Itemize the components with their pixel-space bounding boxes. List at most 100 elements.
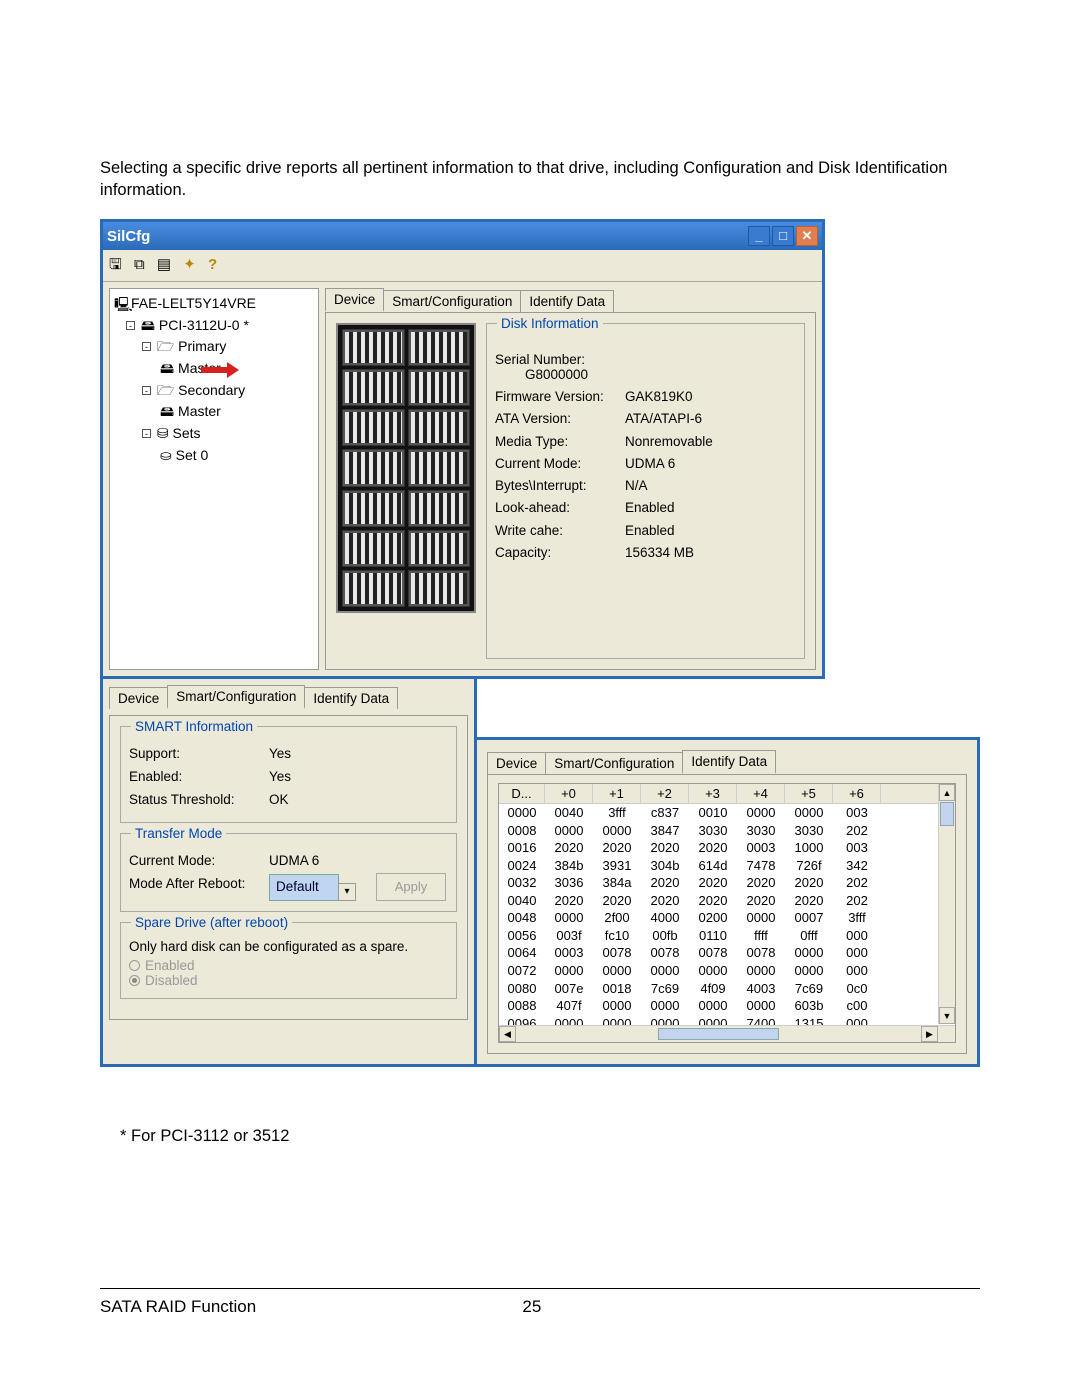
hex-cell: 0078 xyxy=(689,944,737,962)
hex-cell: 2020 xyxy=(689,839,737,857)
tab-device-3[interactable]: Device xyxy=(487,752,546,774)
disk-info-key: Capacity: xyxy=(495,542,625,564)
disk-info-value: ATA/ATAPI-6 xyxy=(625,408,796,430)
intro-text: Selecting a specific drive reports all p… xyxy=(100,157,980,202)
tree-set0[interactable]: ⛀ Set 0 xyxy=(114,445,314,467)
hex-cell: 614d xyxy=(689,857,737,875)
apply-button[interactable]: Apply xyxy=(376,873,447,901)
tab-device[interactable]: Device xyxy=(325,288,384,312)
hex-cell: 0200 xyxy=(689,909,737,927)
wizard-icon[interactable]: ✦ xyxy=(183,256,196,273)
hex-cell: 0110 xyxy=(689,927,737,945)
hex-cell: 003 xyxy=(833,839,881,857)
tree-controller[interactable]: - 🖴 PCI-3112U-0 * xyxy=(114,315,314,337)
hex-cell: 4000 xyxy=(641,909,689,927)
save-icon[interactable]: 🖫 xyxy=(109,256,122,273)
smart-info-fieldset: SMART Information Support:YesEnabled:Yes… xyxy=(120,726,457,823)
hex-cell: ffff xyxy=(737,927,785,945)
disk-info-key: Bytes\Interrupt: xyxy=(495,475,625,497)
tab-identify-3[interactable]: Identify Data xyxy=(682,750,776,774)
tree-sets[interactable]: - ⛁ Sets xyxy=(114,423,314,445)
hex-cell: 3030 xyxy=(785,822,833,840)
scroll-right-icon[interactable]: ▶ xyxy=(921,1026,938,1042)
page-footer: SATA RAID Function 25 xyxy=(100,1288,980,1317)
hex-cell: 0000 xyxy=(593,962,641,980)
hex-cell: 003 xyxy=(833,804,881,822)
maximize-button[interactable]: □ xyxy=(772,226,794,246)
scroll-thumb-v[interactable] xyxy=(940,802,954,826)
copy-icon[interactable]: ⧉ xyxy=(134,256,145,273)
hex-cell: 0000 xyxy=(593,997,641,1015)
scroll-up-icon[interactable]: ▲ xyxy=(939,784,955,801)
vertical-scrollbar[interactable]: ▲ ▼ xyxy=(938,784,955,1024)
hex-cell: 2f00 xyxy=(593,909,641,927)
hex-cell: c837 xyxy=(641,804,689,822)
identify-hex-table[interactable]: D...+0+1+2+3+4+5+6 000000403fffc83700100… xyxy=(498,783,956,1043)
hex-cell: 0056 xyxy=(499,927,545,945)
hex-row: 004800002f0040000200000000073fff xyxy=(499,909,955,927)
disk-info-value: Enabled xyxy=(625,520,796,542)
disk-info-value: GAK819K0 xyxy=(625,386,796,408)
identify-data-window: Device Smart/Configuration Identify Data… xyxy=(477,737,980,1067)
hex-cell: 2020 xyxy=(737,892,785,910)
mode-after-reboot-select[interactable]: Default xyxy=(269,874,339,901)
spare-enabled-radio[interactable] xyxy=(129,960,140,971)
hex-cell: 384a xyxy=(593,874,641,892)
hex-cell: 000 xyxy=(833,962,881,980)
horizontal-scrollbar[interactable]: ◀ ▶ xyxy=(499,1025,955,1042)
tree-secondary-master[interactable]: 🖴 Master xyxy=(114,401,314,423)
hex-cell: 726f xyxy=(785,857,833,875)
tabs-row-3: Device Smart/Configuration Identify Data xyxy=(487,750,977,774)
hex-cell: 3fff xyxy=(833,909,881,927)
scroll-left-icon[interactable]: ◀ xyxy=(499,1026,516,1042)
tree-primary[interactable]: - 🗁 Primary xyxy=(114,336,314,358)
hex-header-cell: +4 xyxy=(737,784,785,803)
titlebar: SilCfg _ □ ✕ xyxy=(103,222,822,250)
hex-cell: 342 xyxy=(833,857,881,875)
hex-cell: 0000 xyxy=(785,962,833,980)
tab-smart[interactable]: Smart/Configuration xyxy=(383,290,521,312)
hex-header-cell: +2 xyxy=(641,784,689,803)
disk-info-value: UDMA 6 xyxy=(625,453,796,475)
hex-cell: 0040 xyxy=(499,892,545,910)
smart-value: Yes xyxy=(269,766,291,789)
hex-cell: 2020 xyxy=(593,839,641,857)
hex-header-cell: D... xyxy=(499,784,545,803)
tab-smart-3[interactable]: Smart/Configuration xyxy=(545,752,683,774)
hex-cell: 0064 xyxy=(499,944,545,962)
device-tree[interactable]: 🖳FAE-LELT5Y14VRE - 🖴 PCI-3112U-0 * - 🗁 P… xyxy=(109,288,319,670)
disk-info-value: N/A xyxy=(625,475,796,497)
footer-left: SATA RAID Function xyxy=(100,1297,522,1317)
tree-secondary[interactable]: - 🗁 Secondary xyxy=(114,380,314,402)
hex-cell: 3030 xyxy=(689,822,737,840)
tab-device-2[interactable]: Device xyxy=(109,687,168,709)
disk-info-value: Nonremovable xyxy=(625,431,796,453)
scroll-thumb-h[interactable] xyxy=(658,1028,780,1040)
hex-cell: 0000 xyxy=(737,962,785,980)
hex-cell: 0048 xyxy=(499,909,545,927)
hex-cell: 7c69 xyxy=(641,980,689,998)
hex-cell: 3847 xyxy=(641,822,689,840)
select-dropdown-icon[interactable]: ▾ xyxy=(338,883,356,901)
hex-cell: 0000 xyxy=(545,822,593,840)
hex-row: 0024384b3931304b614d7478726f342 xyxy=(499,857,955,875)
hex-cell: 603b xyxy=(785,997,833,1015)
hex-cell: 0000 xyxy=(737,909,785,927)
hex-cell: 00fb xyxy=(641,927,689,945)
tab-identify[interactable]: Identify Data xyxy=(520,290,614,312)
spare-disabled-radio[interactable] xyxy=(129,975,140,986)
hex-row: 0008000000003847303030303030202 xyxy=(499,822,955,840)
hex-cell: 0040 xyxy=(545,804,593,822)
hex-cell: 7c69 xyxy=(785,980,833,998)
disk-info-key: Media Type: xyxy=(495,431,625,453)
tab-identify-2[interactable]: Identify Data xyxy=(304,687,398,709)
minimize-button[interactable]: _ xyxy=(748,226,770,246)
scroll-down-icon[interactable]: ▼ xyxy=(939,1007,955,1024)
paste-icon[interactable]: ▤ xyxy=(157,256,171,273)
transfer-mode-fieldset: Transfer Mode Current Mode:UDMA 6 Mode A… xyxy=(120,833,457,912)
hex-row: 0080007e00187c694f0940037c690c0 xyxy=(499,980,955,998)
tab-smart-2[interactable]: Smart/Configuration xyxy=(167,685,305,709)
tree-root[interactable]: 🖳FAE-LELT5Y14VRE xyxy=(114,293,314,315)
help-icon[interactable]: ? xyxy=(208,256,217,273)
close-button[interactable]: ✕ xyxy=(796,226,818,246)
